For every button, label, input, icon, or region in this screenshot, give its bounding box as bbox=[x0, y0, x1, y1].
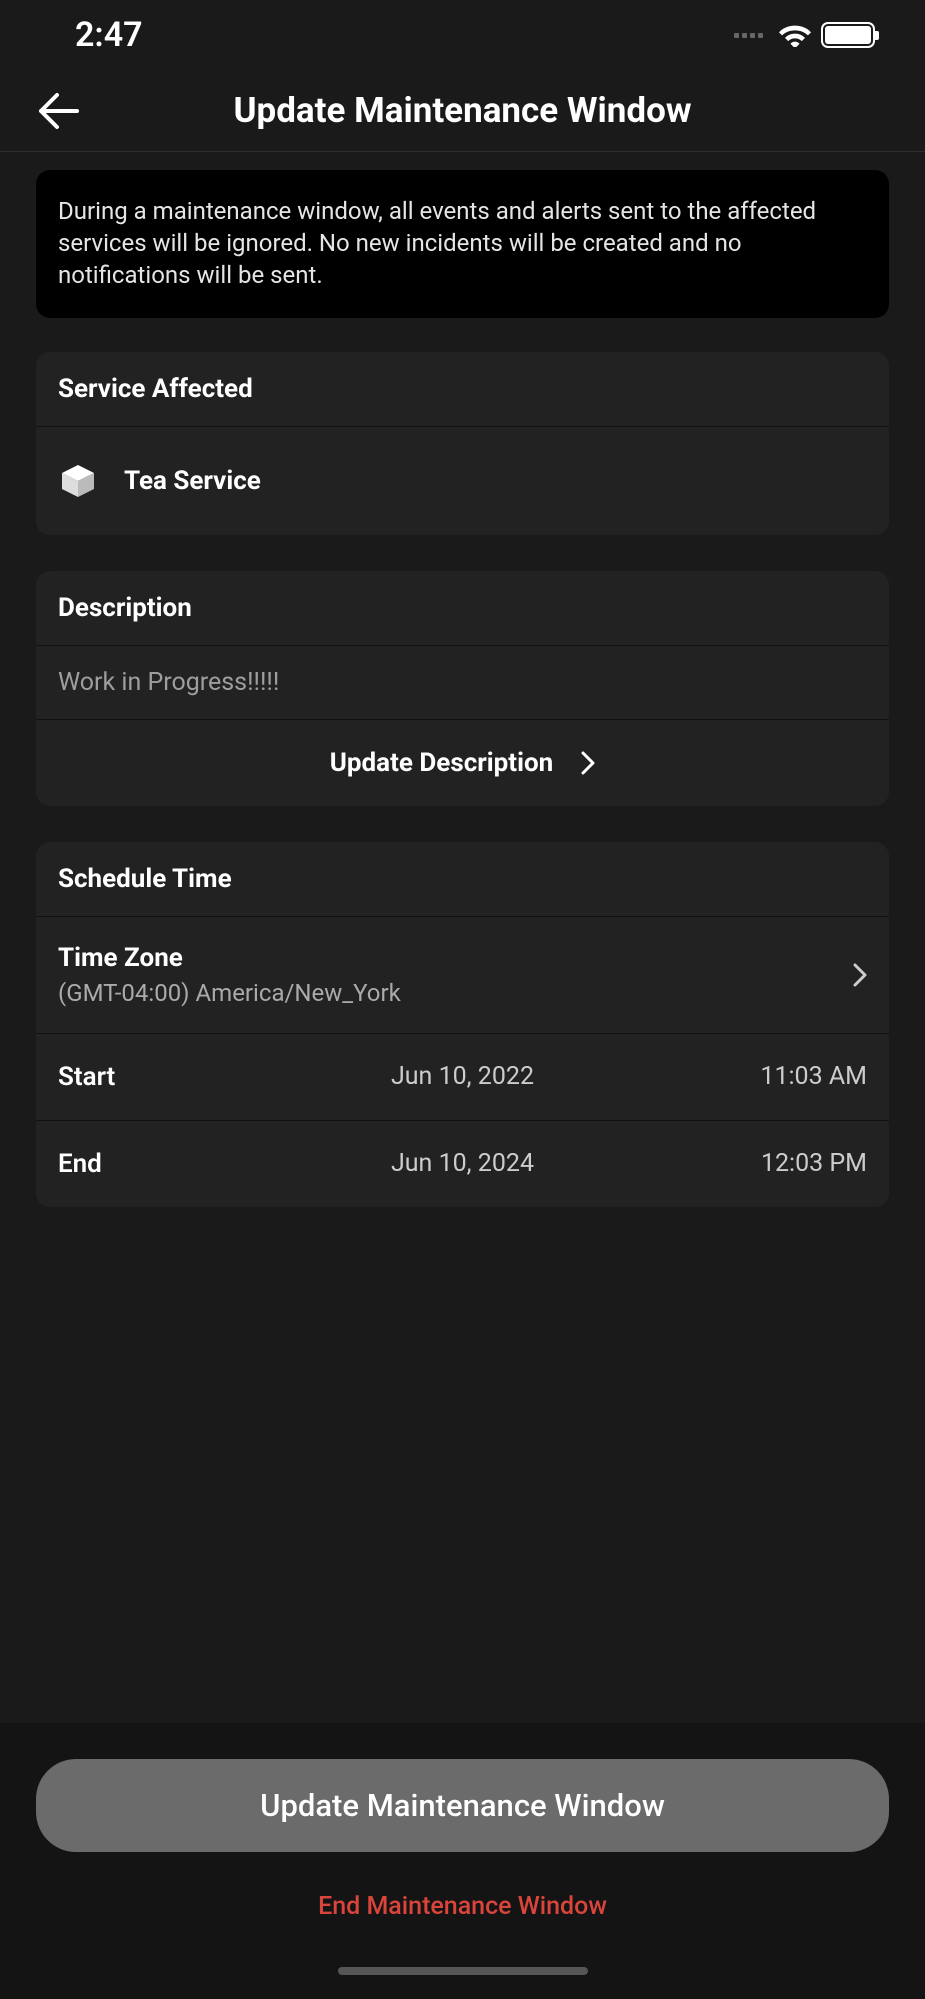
service-row[interactable]: Tea Service bbox=[36, 427, 889, 535]
chevron-right-icon bbox=[853, 963, 867, 987]
end-label: End bbox=[58, 1149, 218, 1179]
status-bar: 2:47 bbox=[0, 0, 925, 70]
arrow-left-icon bbox=[35, 91, 79, 131]
description-header: Description bbox=[36, 571, 889, 646]
nav-header: Update Maintenance Window bbox=[0, 70, 925, 152]
bottom-action-area: Update Maintenance Window End Maintenanc… bbox=[0, 1723, 925, 1999]
info-banner: During a maintenance window, all events … bbox=[36, 170, 889, 318]
timezone-row[interactable]: Time Zone (GMT-04:00) America/New_York bbox=[36, 917, 889, 1034]
schedule-card: Schedule Time Time Zone (GMT-04:00) Amer… bbox=[36, 842, 889, 1207]
home-indicator[interactable] bbox=[338, 1967, 588, 1975]
signal-dots-icon bbox=[734, 33, 763, 38]
update-maintenance-button[interactable]: Update Maintenance Window bbox=[36, 1759, 889, 1852]
status-time: 2:47 bbox=[75, 15, 143, 55]
start-date: Jun 10, 2022 bbox=[218, 1062, 707, 1091]
end-maintenance-button[interactable]: End Maintenance Window bbox=[36, 1892, 889, 1921]
schedule-header: Schedule Time bbox=[36, 842, 889, 917]
description-card: Description Work in Progress!!!!! Update… bbox=[36, 571, 889, 806]
timezone-value: (GMT-04:00) America/New_York bbox=[58, 979, 401, 1007]
end-time-row[interactable]: End Jun 10, 2024 12:03 PM bbox=[36, 1121, 889, 1207]
start-time-row[interactable]: Start Jun 10, 2022 11:03 AM bbox=[36, 1034, 889, 1121]
page-title: Update Maintenance Window bbox=[0, 90, 925, 131]
start-label: Start bbox=[58, 1062, 218, 1092]
service-affected-header: Service Affected bbox=[36, 352, 889, 427]
back-button[interactable] bbox=[32, 86, 82, 136]
timezone-label: Time Zone bbox=[58, 943, 401, 973]
chevron-right-icon bbox=[581, 751, 595, 775]
start-time: 11:03 AM bbox=[707, 1062, 867, 1091]
description-value: Work in Progress!!!!! bbox=[36, 646, 889, 720]
update-description-button[interactable]: Update Description bbox=[36, 720, 889, 806]
end-time: 12:03 PM bbox=[707, 1149, 867, 1178]
update-description-label: Update Description bbox=[330, 748, 553, 778]
end-date: Jun 10, 2024 bbox=[218, 1149, 707, 1178]
service-name: Tea Service bbox=[124, 466, 261, 496]
wifi-icon bbox=[779, 23, 811, 47]
service-affected-card: Service Affected Tea Service bbox=[36, 352, 889, 535]
status-indicators bbox=[734, 22, 875, 48]
battery-icon bbox=[821, 22, 875, 48]
package-icon bbox=[58, 461, 98, 501]
